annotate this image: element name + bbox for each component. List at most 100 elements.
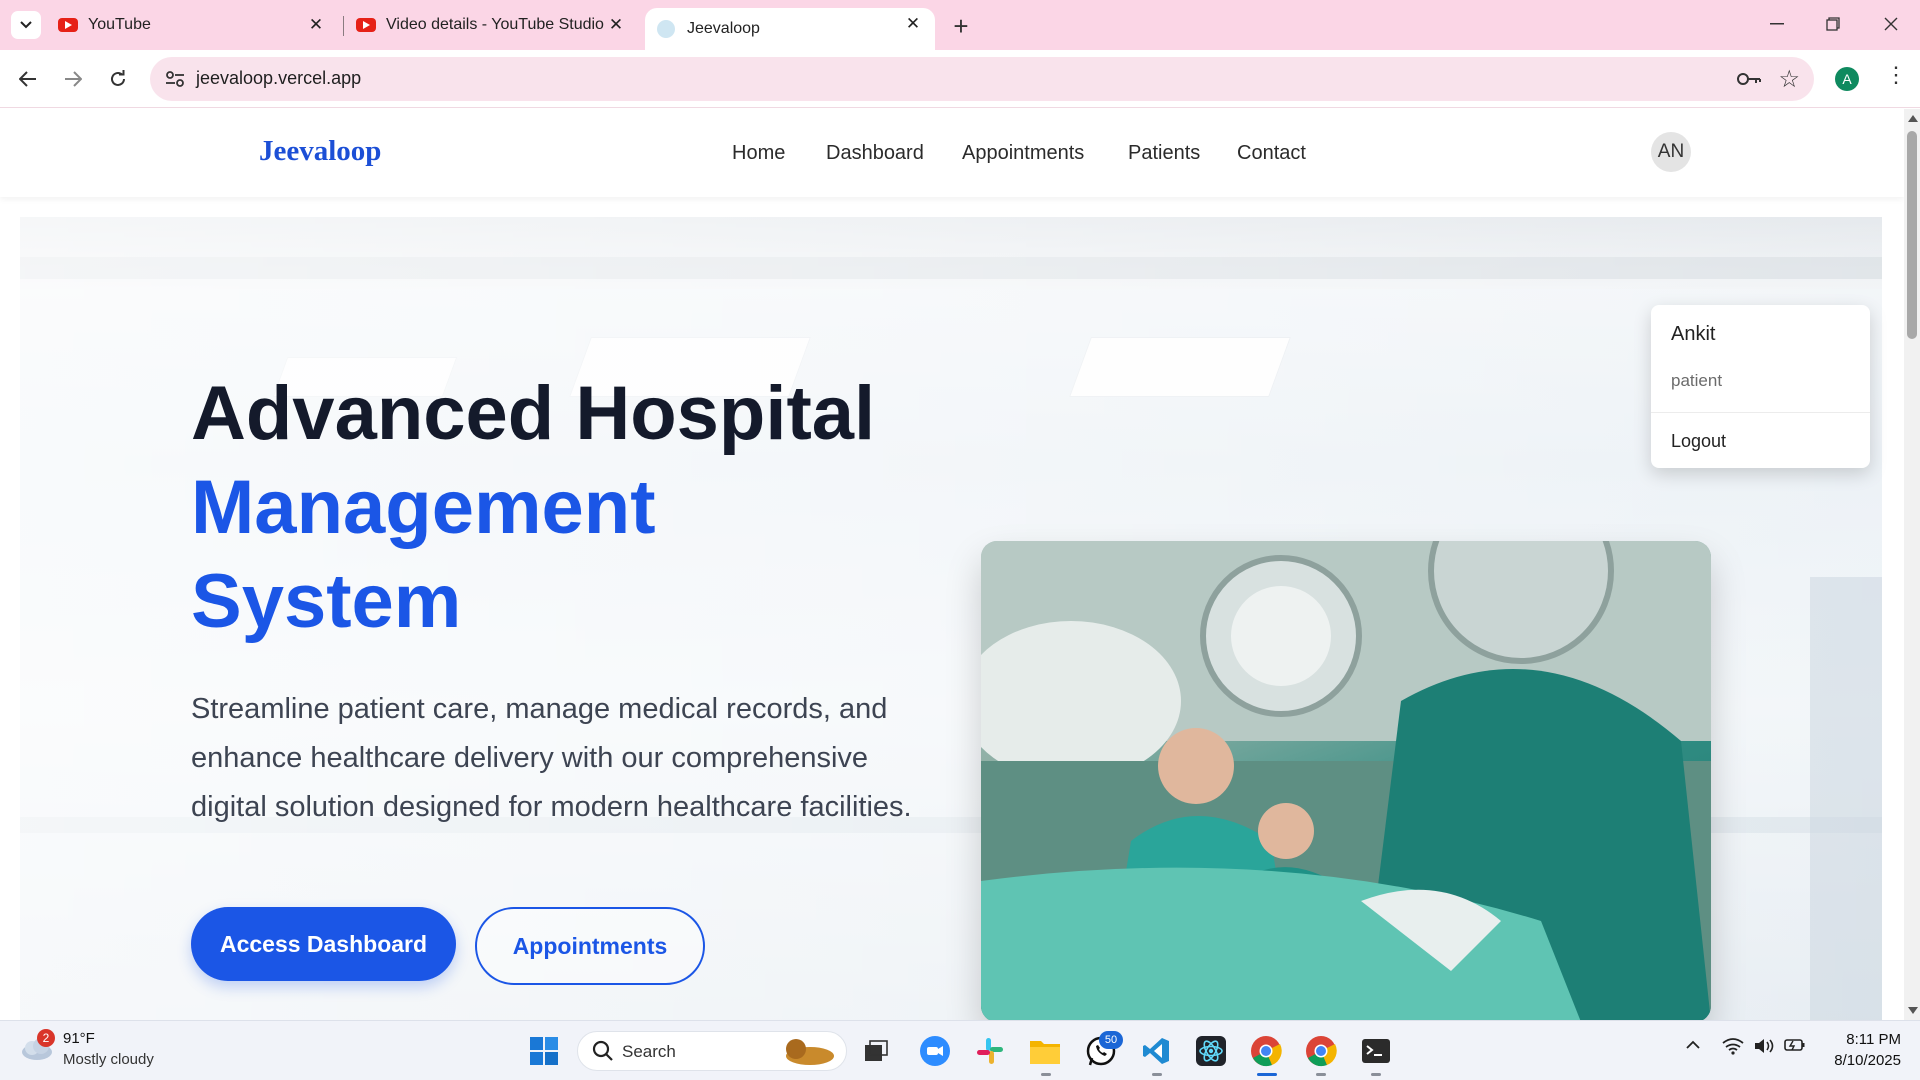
nav-contact[interactable]: Contact: [1237, 142, 1306, 165]
surgery-illustration: [981, 541, 1711, 1020]
youtube-icon: [58, 18, 78, 32]
nav-dashboard[interactable]: Dashboard: [826, 142, 924, 165]
zoom-icon: [920, 1036, 950, 1066]
tab-youtube-studio[interactable]: Video details - YouTube Studio ✕: [356, 9, 628, 41]
running-indicator: [1371, 1073, 1381, 1076]
scroll-thumb[interactable]: [1907, 131, 1917, 339]
running-indicator: [1041, 1073, 1051, 1076]
password-key-icon[interactable]: [1736, 67, 1762, 91]
windows-logo-icon: [530, 1037, 558, 1065]
wifi-icon[interactable]: [1722, 1037, 1744, 1060]
bookmark-star-icon[interactable]: ☆: [1778, 65, 1800, 94]
hero-description: Streamline patient care, manage medical …: [191, 693, 912, 823]
task-view-icon: [865, 1040, 888, 1061]
react-devtools-app[interactable]: [1193, 1033, 1229, 1069]
nav-home[interactable]: Home: [732, 142, 785, 165]
restore-icon: [1826, 17, 1840, 31]
user-role: patient: [1671, 371, 1723, 390]
taskbar-search[interactable]: Search: [577, 1031, 847, 1071]
more-menu-icon[interactable]: ⋮: [1885, 64, 1907, 86]
url-text[interactable]: jeevaloop.vercel.app: [196, 68, 361, 89]
active-indicator: [1257, 1073, 1277, 1076]
close-icon[interactable]: ✕: [604, 13, 628, 37]
user-dropdown-menu: Ankit patient Logout: [1651, 305, 1870, 468]
running-indicator: [1316, 1073, 1326, 1076]
close-window-button[interactable]: [1869, 8, 1913, 40]
close-icon[interactable]: ✕: [304, 13, 328, 37]
file-explorer-app[interactable]: [1027, 1033, 1063, 1069]
logout-menu-item[interactable]: Logout: [1671, 431, 1726, 452]
browser-toolbar: jeevaloop.vercel.app ☆ A ⋮: [0, 50, 1920, 108]
task-view-button[interactable]: [858, 1033, 894, 1069]
minimize-icon: [1770, 23, 1784, 25]
restore-button[interactable]: [1811, 8, 1855, 40]
hero-title: Advanced Hospital Management System: [191, 367, 951, 649]
running-indicator: [1152, 1073, 1162, 1076]
volume-icon[interactable]: [1753, 1037, 1775, 1060]
reload-icon: [111, 70, 125, 86]
chrome-icon: [1251, 1036, 1282, 1067]
folder-icon: [1030, 1041, 1060, 1064]
arrow-left-icon: [19, 71, 36, 87]
start-button[interactable]: [526, 1033, 562, 1069]
nav-appointments[interactable]: Appointments: [962, 142, 1084, 165]
back-button[interactable]: [10, 61, 46, 97]
tab-jeevaloop[interactable]: Jeevaloop ✕: [645, 8, 935, 50]
hero-title-line: Advanced Hospital: [191, 371, 876, 456]
new-tab-button[interactable]: +: [946, 11, 976, 41]
battery-icon[interactable]: [1784, 1037, 1806, 1058]
tab-title: Jeevaloop: [687, 20, 760, 37]
clock-time[interactable]: 8:11 PM: [1843, 1031, 1901, 1048]
weather-alert-badge: 2: [37, 1029, 55, 1047]
slack-icon: [977, 1038, 1003, 1064]
terminal-app[interactable]: [1358, 1033, 1394, 1069]
page-viewport: Jeevaloop Home Dashboard Appointments Pa…: [0, 109, 1904, 1020]
user-name: Ankit: [1671, 323, 1716, 345]
vscode-app[interactable]: [1138, 1033, 1174, 1069]
windows-taskbar: 2 91°F Mostly cloudy Search 50 8:11 PM 8…: [0, 1020, 1920, 1080]
site-info-icon[interactable]: [164, 68, 186, 90]
zoom-app[interactable]: [917, 1033, 953, 1069]
hero-title-highlight: Management: [191, 465, 656, 550]
user-avatar[interactable]: AN: [1651, 132, 1691, 172]
weather-description[interactable]: Mostly cloudy: [63, 1051, 154, 1068]
brand-logo[interactable]: Jeevaloop: [259, 135, 381, 168]
chevron-down-icon: [20, 21, 32, 29]
tab-title: YouTube: [88, 16, 151, 33]
search-label: Search: [622, 1042, 676, 1061]
search-icon: [592, 1040, 613, 1061]
profile-avatar[interactable]: A: [1835, 67, 1859, 91]
react-icon: [1196, 1036, 1226, 1066]
surgery-photo: [981, 541, 1711, 1020]
page-scrollbar[interactable]: [1904, 109, 1920, 1020]
scroll-down-icon[interactable]: [1908, 1007, 1918, 1014]
scroll-up-icon[interactable]: [1908, 115, 1918, 122]
weather-temperature[interactable]: 91°F: [63, 1030, 95, 1047]
hero-section: Advanced Hospital Management System Stre…: [20, 217, 1882, 1020]
chrome-app[interactable]: [1303, 1033, 1339, 1069]
arrow-right-icon: [65, 71, 82, 87]
vscode-icon: [1143, 1038, 1169, 1064]
close-icon[interactable]: ✕: [901, 12, 925, 36]
address-bar[interactable]: jeevaloop.vercel.app ☆: [150, 57, 1814, 101]
youtube-icon: [356, 18, 376, 32]
close-icon: [1884, 17, 1898, 31]
tab-search-button[interactable]: [11, 11, 41, 39]
access-dashboard-button[interactable]: Access Dashboard: [191, 907, 456, 981]
minimize-button[interactable]: [1755, 8, 1799, 40]
menu-divider: [1651, 412, 1870, 413]
globe-icon: [657, 20, 675, 38]
chrome-app-active[interactable]: [1248, 1033, 1284, 1069]
whatsapp-badge: 50: [1099, 1031, 1123, 1049]
forward-button[interactable]: [55, 61, 91, 97]
nav-patients[interactable]: Patients: [1128, 142, 1200, 165]
tray-overflow-chevron-icon[interactable]: [1686, 1037, 1700, 1055]
slack-app[interactable]: [972, 1033, 1008, 1069]
site-navbar: Jeevaloop Home Dashboard Appointments Pa…: [0, 109, 1904, 197]
appointments-button[interactable]: Appointments: [475, 907, 705, 985]
tab-youtube[interactable]: YouTube ✕: [58, 9, 328, 41]
lion-search-highlight-icon: [786, 1039, 834, 1065]
reload-button[interactable]: [100, 61, 136, 97]
clock-date[interactable]: 8/10/2025: [1823, 1052, 1901, 1069]
tab-separator: [343, 16, 344, 36]
